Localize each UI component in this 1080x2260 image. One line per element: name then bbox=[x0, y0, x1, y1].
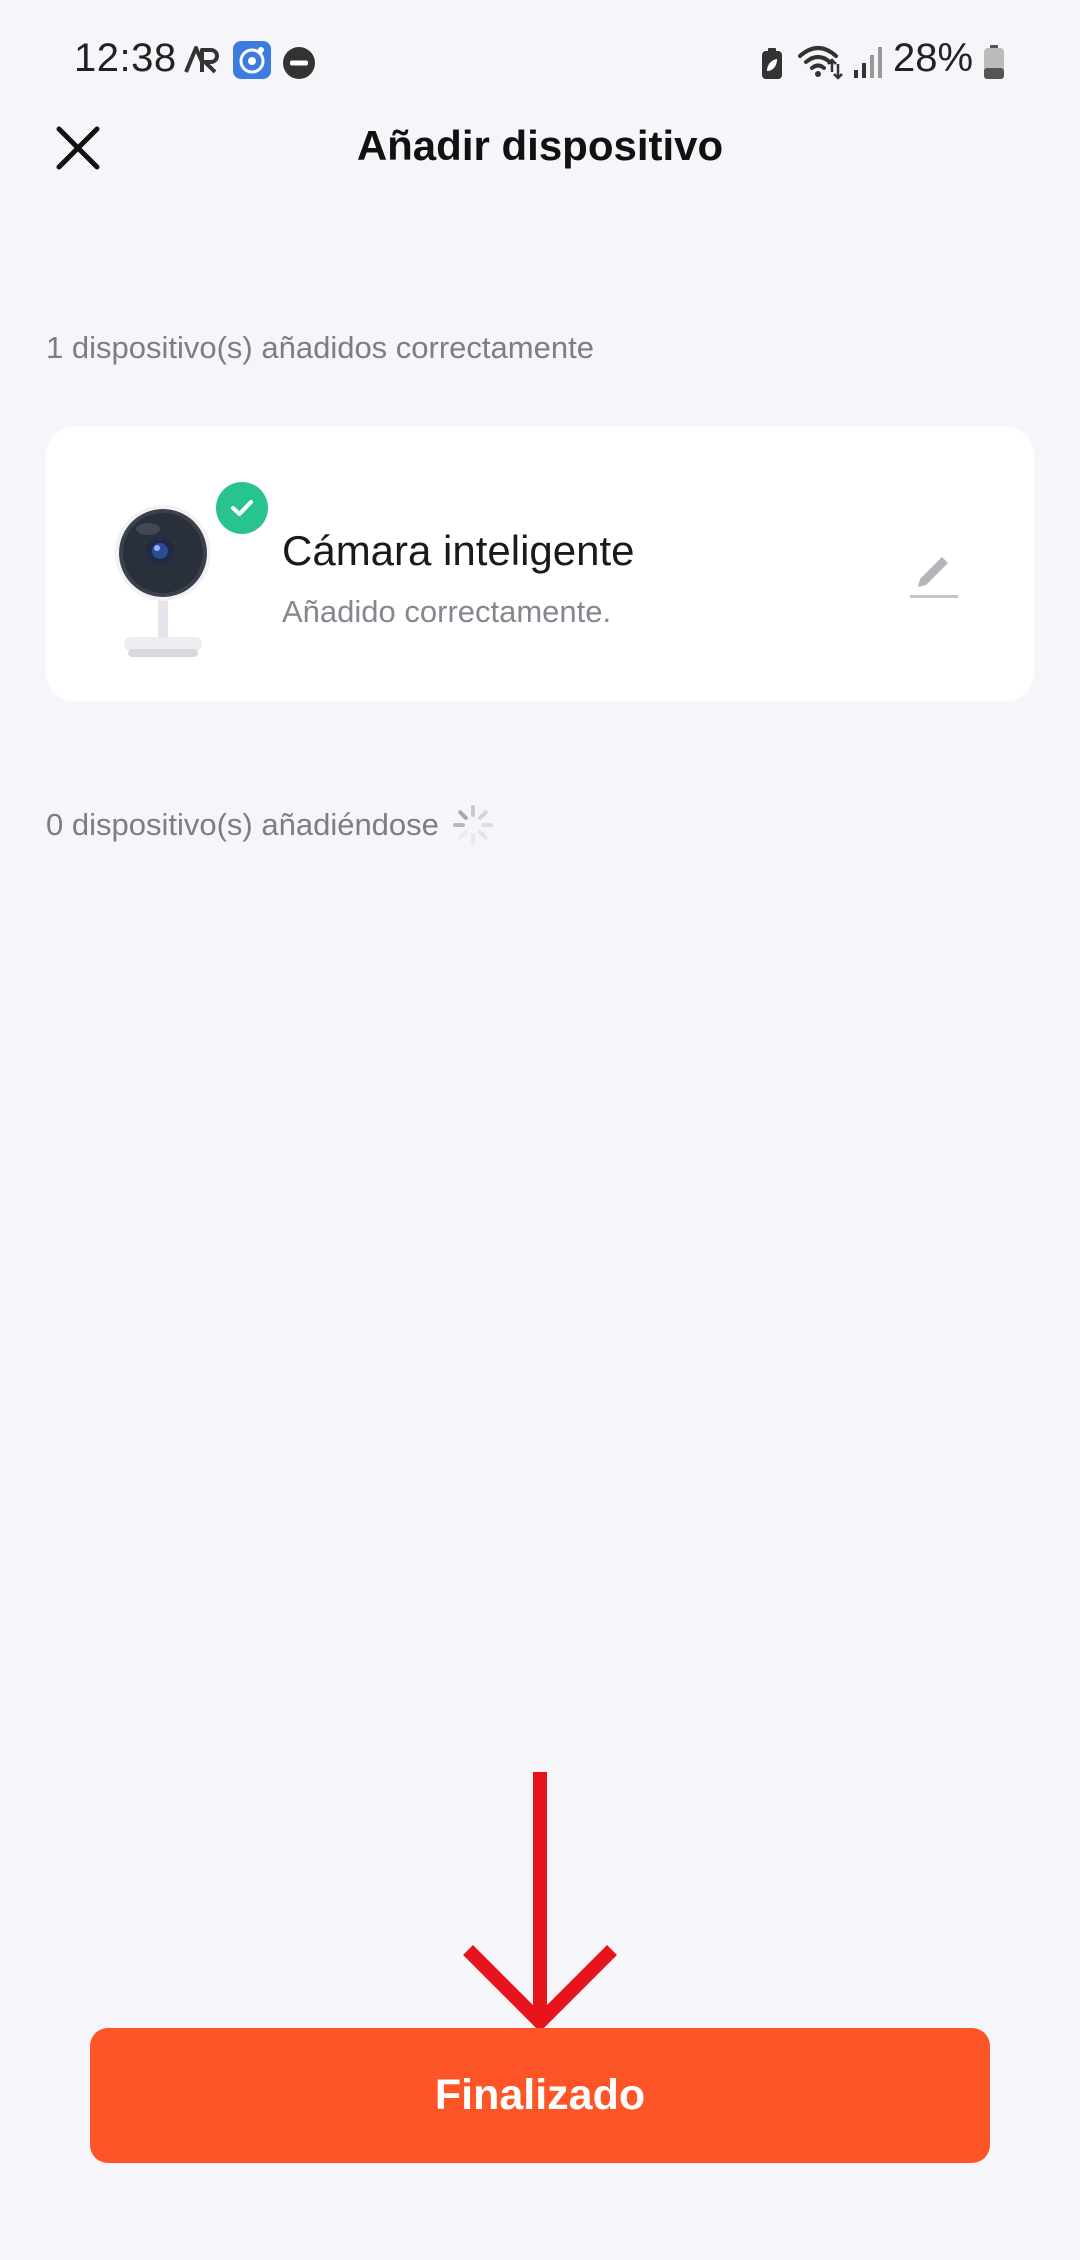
annotation-arrow bbox=[463, 1772, 617, 2030]
smart-camera-image bbox=[115, 505, 211, 657]
wifi-icon bbox=[798, 46, 843, 80]
do-not-disturb-icon bbox=[283, 47, 315, 79]
ar-zone-icon bbox=[184, 46, 219, 74]
check-icon bbox=[231, 500, 253, 516]
success-badge bbox=[216, 482, 268, 534]
added-devices-label: 1 dispositivo(s) añadidos correctamente bbox=[46, 330, 594, 365]
status-time: 12:38 bbox=[74, 36, 177, 80]
adding-devices-row: 0 dispositivo(s) añadiéndose bbox=[46, 803, 495, 847]
loading-spinner-icon bbox=[452, 805, 493, 845]
signal-icon bbox=[854, 47, 882, 78]
battery-saver-icon bbox=[762, 48, 782, 79]
battery-icon bbox=[984, 45, 1004, 79]
edit-device-name-button[interactable] bbox=[906, 547, 962, 603]
status-bar: 12:38 28% bbox=[0, 0, 1080, 120]
adding-devices-label: 0 dispositivo(s) añadiéndose bbox=[46, 807, 439, 842]
page-title: Añadir dispositivo bbox=[356, 122, 724, 169]
device-name: Cámara inteligente bbox=[282, 527, 635, 574]
device-card[interactable]: Cámara inteligente Añadido correctamente… bbox=[46, 427, 1034, 701]
camera-app-icon bbox=[233, 41, 271, 79]
done-button[interactable]: Finalizado bbox=[90, 2028, 990, 2163]
pencil-icon bbox=[910, 557, 958, 598]
device-status: Añadido correctamente. bbox=[282, 594, 612, 629]
battery-percent: 28% bbox=[893, 36, 974, 80]
add-device-screen: 12:38 28% Añadir dispositivo 1 dispositi… bbox=[0, 0, 1080, 2260]
